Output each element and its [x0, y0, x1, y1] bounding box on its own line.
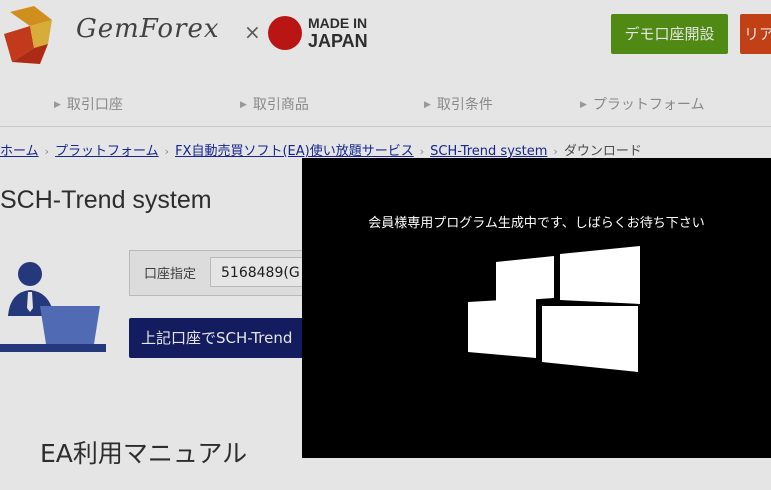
loading-overlay: 会員様専用プログラム生成中です、しばらくお待ち下さい [302, 158, 771, 458]
windows-logo-icon [468, 246, 640, 372]
page: GemForex × MADE IN JAPAN デモ口座開設 リアル口座開設 … [0, 0, 771, 490]
loading-message: 会員様専用プログラム生成中です、しばらくお待ち下さい [368, 216, 705, 231]
